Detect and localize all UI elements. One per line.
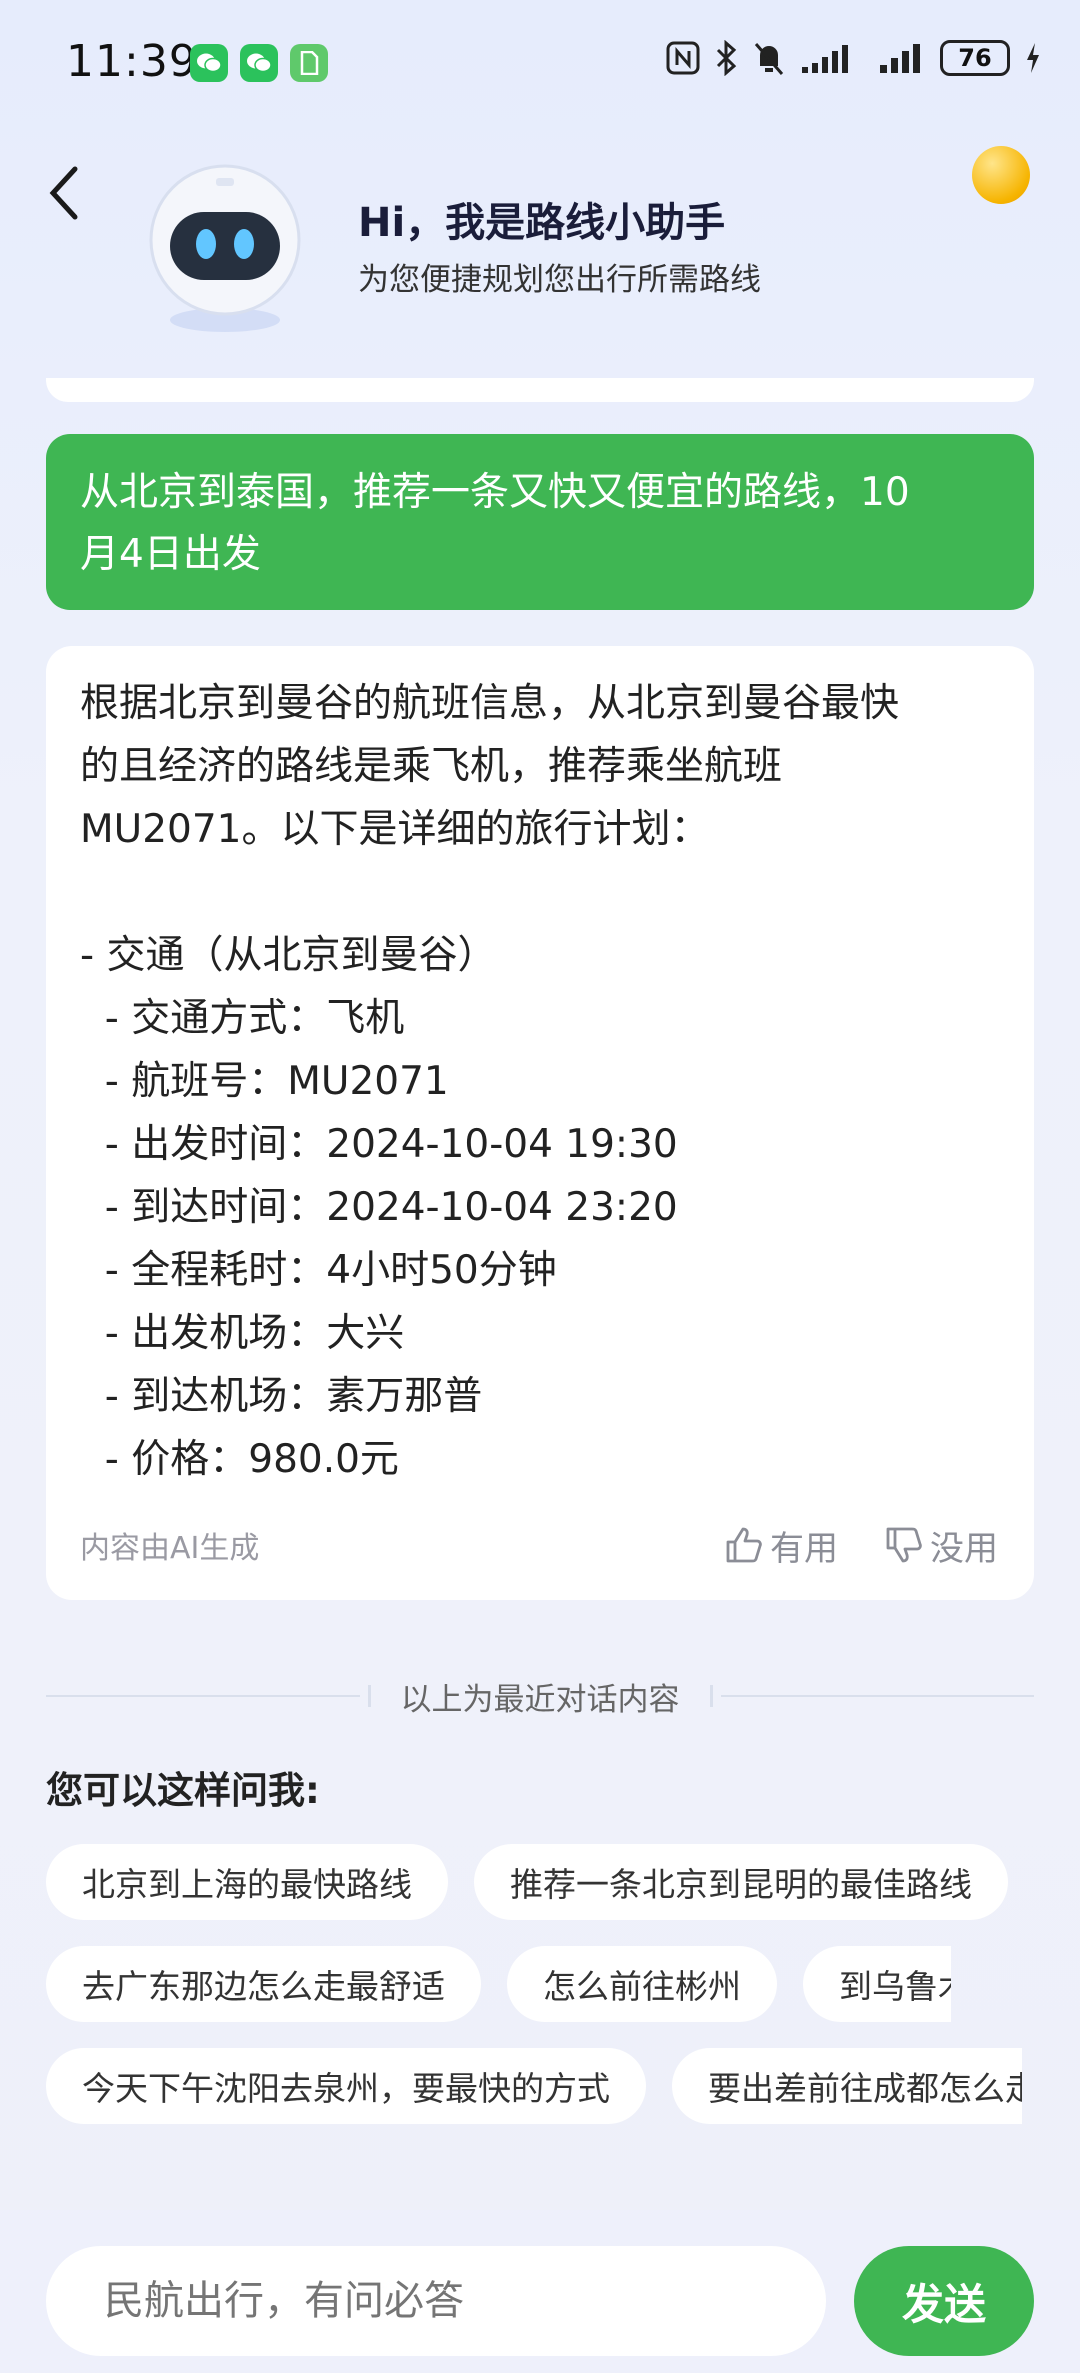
answer-line: - 交通（从北京到曼谷） (80, 933, 497, 978)
assistant-header: Hi，我是路线小助手 为您便捷规划您出行所需路线 (0, 120, 1080, 400)
divider-tick (709, 1685, 713, 1707)
suggestion-row: 去广东那边怎么走最舒适 怎么前往彬州 到乌鲁木齐这 (46, 1946, 951, 2022)
divider-line (46, 1695, 360, 1697)
user-message-line: 从北京到泰国，推荐一条又快又便宜的路线，10 (80, 470, 910, 515)
status-time: 11:39 (66, 36, 198, 87)
history-divider: 以上为最近对话内容 (46, 1676, 1034, 1718)
suggestion-chip[interactable]: 怎么前往彬州 (507, 1946, 777, 2022)
answer-line: 根据北京到曼谷的航班信息，从北京到曼谷最快 (80, 681, 900, 726)
answer-line: MU2071。以下是详细的旅行计划： (80, 807, 710, 852)
mute-bell-icon (754, 43, 784, 75)
suggestion-chip[interactable]: 北京到上海的最快路线 (46, 1844, 448, 1920)
divider-line (720, 1695, 1034, 1697)
message-input[interactable] (46, 2246, 826, 2356)
signal-icon (802, 45, 848, 73)
answer-line: - 交通方式：飞机 (80, 996, 405, 1041)
divider-tick (367, 1685, 371, 1707)
answer-line: - 价格：980.0元 (80, 1437, 399, 1482)
input-bar: 发送 (0, 2210, 1080, 2373)
coin-icon[interactable] (972, 146, 1030, 204)
useful-label: 有用 (770, 1528, 838, 1569)
charging-icon (1027, 43, 1039, 73)
status-bar: 11:39 76 (0, 0, 1080, 120)
battery-indicator: 76 (940, 40, 1010, 76)
useful-button[interactable]: 有用 (724, 1521, 838, 1570)
back-button[interactable] (38, 158, 88, 228)
suggestion-chip[interactable]: 去广东那边怎么走最舒适 (46, 1946, 481, 2022)
bluetooth-icon (716, 40, 737, 76)
nfc-icon (666, 41, 700, 75)
useless-button[interactable]: 没用 (884, 1521, 998, 1570)
suggestion-chip[interactable]: 到乌鲁木齐这 (803, 1946, 951, 2022)
signal-icon (880, 44, 920, 73)
answer-line: - 出发时间：2024-10-04 19:30 (80, 1122, 678, 1167)
wechat-icon (190, 44, 228, 82)
page-title: Hi，我是路线小助手 (358, 200, 726, 246)
robot-avatar (140, 160, 310, 340)
suggestions-title: 您可以这样问我: (46, 1769, 320, 1812)
divider-text: 以上为最近对话内容 (400, 1681, 680, 1718)
answer-line: - 到达机场：素万那普 (80, 1374, 483, 1419)
ai-generated-note: 内容由AI生成 (80, 1531, 260, 1566)
send-button[interactable]: 发送 (854, 2246, 1034, 2356)
answer-line: 的且经济的路线是乘飞机，推荐乘坐航班 (80, 744, 783, 789)
suggestion-row: 北京到上海的最快路线 推荐一条北京到昆明的最佳路线 (46, 1844, 1008, 1920)
answer-line: - 到达时间：2024-10-04 23:20 (80, 1185, 678, 1230)
system-icons: 76 (666, 40, 1042, 76)
user-message-bubble: 从北京到泰国，推荐一条又快又便宜的路线，10 月4日出发 (46, 434, 1034, 610)
sim-card-icon (290, 44, 328, 82)
suggestion-chip[interactable]: 推荐一条北京到昆明的最佳路线 (474, 1844, 1008, 1920)
assistant-answer-card: 根据北京到曼谷的航班信息，从北京到曼谷最快 的且经济的路线是乘飞机，推荐乘坐航班… (46, 646, 1034, 1600)
answer-line: - 出发机场：大兴 (80, 1311, 405, 1356)
previous-message-edge (46, 378, 1034, 402)
wechat-icon (240, 44, 278, 82)
answer-line: - 全程耗时：4小时50分钟 (80, 1248, 557, 1293)
suggestion-chip[interactable]: 要出差前往成都怎么走 (672, 2048, 1022, 2124)
answer-footer: 内容由AI生成 有用 没用 (80, 1520, 998, 1570)
suggestion-row: 今天下午沈阳去泉州，要最快的方式 要出差前往成都怎么走 (46, 2048, 1022, 2124)
thumbs-up-icon (726, 1527, 762, 1563)
user-message-line: 月4日出发 (80, 532, 261, 577)
answer-line (80, 861, 1000, 924)
thumbs-down-icon (886, 1527, 922, 1563)
answer-line: - 航班号：MU2071 (80, 1059, 449, 1104)
useless-label: 没用 (930, 1528, 998, 1569)
chevron-left-icon (49, 166, 78, 220)
page-subtitle: 为您便捷规划您出行所需路线 (358, 262, 761, 298)
suggestion-chip[interactable]: 今天下午沈阳去泉州，要最快的方式 (46, 2048, 646, 2124)
